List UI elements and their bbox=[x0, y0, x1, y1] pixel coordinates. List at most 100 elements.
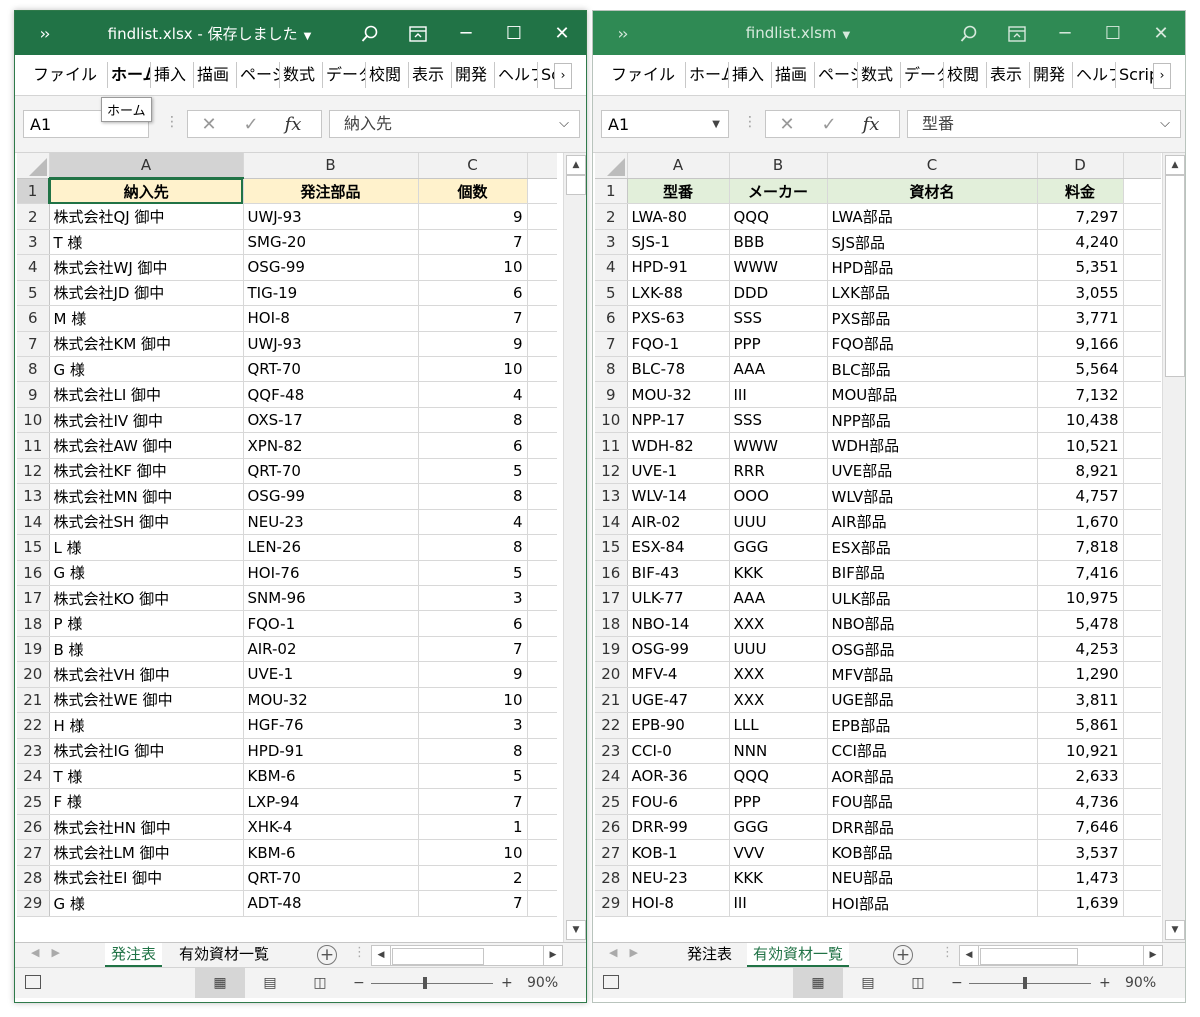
table-cell[interactable]: 1,473 bbox=[1037, 865, 1124, 892]
blank-cell[interactable] bbox=[527, 788, 557, 815]
row-header[interactable]: 18 bbox=[17, 610, 50, 637]
table-cell[interactable]: SJS部品 bbox=[827, 229, 1038, 256]
table-cell[interactable]: 8 bbox=[418, 407, 528, 434]
row-header[interactable]: 28 bbox=[595, 865, 628, 892]
row-header[interactable]: 8 bbox=[595, 356, 628, 383]
normal-view-icon[interactable]: ▦ bbox=[793, 968, 843, 998]
row-header[interactable]: 11 bbox=[595, 432, 628, 459]
row-header[interactable]: 22 bbox=[17, 712, 50, 739]
table-cell[interactable]: OSG-99 bbox=[243, 254, 419, 281]
blank-cell[interactable] bbox=[1123, 738, 1161, 765]
table-cell[interactable]: BLC-78 bbox=[627, 356, 730, 383]
minimize-icon[interactable]: ─ bbox=[1041, 23, 1089, 44]
table-cell[interactable]: 4,736 bbox=[1037, 788, 1124, 815]
table-cell[interactable]: OXS-17 bbox=[243, 407, 419, 434]
zoom-out-icon[interactable]: − bbox=[951, 968, 963, 998]
table-cell[interactable]: 10,521 bbox=[1037, 432, 1124, 459]
row-header[interactable]: 6 bbox=[595, 305, 628, 332]
row-header[interactable]: 14 bbox=[595, 509, 628, 536]
table-cell[interactable]: BIF-43 bbox=[627, 560, 730, 586]
row-header[interactable]: 15 bbox=[595, 534, 628, 561]
ribbon-tab-view[interactable]: 表示 bbox=[408, 62, 451, 88]
blank-cell[interactable] bbox=[527, 407, 557, 434]
table-cell[interactable]: III bbox=[729, 381, 828, 408]
scroll-up-icon[interactable]: ▲ bbox=[566, 155, 586, 175]
table-cell[interactable]: UVE-1 bbox=[627, 458, 730, 485]
table-cell[interactable]: 株式会社WJ 御中 bbox=[49, 254, 244, 281]
row-header[interactable]: 10 bbox=[595, 407, 628, 434]
column-header-c[interactable]: C bbox=[418, 153, 528, 179]
window-title[interactable]: findlist.xlsx - 保存しました ▼ bbox=[73, 23, 346, 44]
table-cell[interactable]: UVE部品 bbox=[827, 458, 1038, 485]
table-cell[interactable]: III bbox=[729, 890, 828, 917]
table-cell[interactable]: FOU部品 bbox=[827, 788, 1038, 815]
scroll-down-icon[interactable]: ▼ bbox=[1165, 920, 1185, 940]
table-cell[interactable]: KBM-6 bbox=[243, 763, 419, 790]
table-cell[interactable]: UUU bbox=[729, 636, 828, 663]
table-cell[interactable]: HGF-76 bbox=[243, 712, 419, 739]
blank-cell[interactable] bbox=[1123, 483, 1161, 510]
table-cell[interactable]: AAA bbox=[729, 585, 828, 612]
table-cell[interactable]: GGG bbox=[729, 814, 828, 841]
scroll-left-icon[interactable]: ◀ bbox=[372, 946, 391, 965]
table-cell[interactable]: OSG-99 bbox=[627, 636, 730, 663]
blank-cell[interactable] bbox=[1123, 356, 1161, 383]
blank-cell[interactable] bbox=[527, 610, 557, 637]
table-cell[interactable]: NEU-23 bbox=[243, 509, 419, 536]
blank-cell[interactable] bbox=[527, 687, 557, 714]
table-cell[interactable]: AOR-36 bbox=[627, 763, 730, 790]
sheet-nav-arrows-icon[interactable]: ◀▶ bbox=[609, 946, 650, 959]
table-cell[interactable]: 5,861 bbox=[1037, 712, 1124, 739]
table-cell[interactable]: NPP-17 bbox=[627, 407, 730, 434]
blank-cell[interactable] bbox=[527, 738, 557, 765]
blank-cell[interactable] bbox=[527, 661, 557, 688]
row-header[interactable]: 9 bbox=[17, 381, 50, 408]
tab-splitter-icon[interactable]: ⋮ bbox=[353, 945, 366, 960]
add-sheet-icon[interactable]: + bbox=[893, 945, 913, 965]
ribbon-tab-review[interactable]: 校閲 bbox=[365, 62, 408, 88]
column-header-c[interactable]: C bbox=[827, 153, 1038, 179]
row-header[interactable]: 7 bbox=[17, 331, 50, 358]
table-cell[interactable]: 株式会社LI 御中 bbox=[49, 381, 244, 408]
table-cell[interactable]: P 様 bbox=[49, 610, 244, 637]
blank-cell[interactable] bbox=[1123, 661, 1161, 688]
table-cell[interactable]: RRR bbox=[729, 458, 828, 485]
table-cell[interactable]: HOI-76 bbox=[243, 560, 419, 586]
row-header[interactable]: 13 bbox=[595, 483, 628, 510]
table-cell[interactable]: 株式会社IG 御中 bbox=[49, 738, 244, 765]
table-cell[interactable]: 7,646 bbox=[1037, 814, 1124, 841]
ribbon-tab-draw[interactable]: 描画 bbox=[193, 62, 236, 88]
table-cell[interactable]: EPB-90 bbox=[627, 712, 730, 739]
blank-cell[interactable] bbox=[1123, 890, 1161, 917]
row-header[interactable]: 6 bbox=[17, 305, 50, 332]
row-header[interactable]: 25 bbox=[595, 788, 628, 815]
table-cell[interactable]: UVE-1 bbox=[243, 661, 419, 688]
table-cell[interactable]: DRR部品 bbox=[827, 814, 1038, 841]
table-cell[interactable]: M 様 bbox=[49, 305, 244, 332]
table-cell[interactable]: 8 bbox=[418, 534, 528, 561]
table-cell[interactable]: HOI-8 bbox=[627, 890, 730, 917]
formula-bar-grip-icon[interactable]: ⋮ bbox=[743, 114, 757, 130]
table-cell[interactable]: G 様 bbox=[49, 356, 244, 383]
table-cell[interactable]: XXX bbox=[729, 610, 828, 637]
table-cell[interactable]: ADT-48 bbox=[243, 890, 419, 917]
table-cell[interactable]: 株式会社SH 御中 bbox=[49, 509, 244, 536]
row-header[interactable]: 2 bbox=[595, 203, 628, 230]
table-cell[interactable]: 株式会社AW 御中 bbox=[49, 432, 244, 459]
ribbon-tab-help[interactable]: ヘルプ bbox=[494, 62, 537, 88]
table-cell[interactable]: HPD部品 bbox=[827, 254, 1038, 281]
table-cell[interactable]: T 様 bbox=[49, 763, 244, 790]
blank-cell[interactable] bbox=[527, 458, 557, 485]
enter-check-icon[interactable]: ✓ bbox=[230, 114, 272, 135]
table-cell[interactable]: 3 bbox=[418, 712, 528, 739]
table-cell[interactable]: ESX-84 bbox=[627, 534, 730, 561]
blank-cell[interactable] bbox=[1123, 254, 1161, 281]
table-cell[interactable]: NBO部品 bbox=[827, 610, 1038, 637]
formula-input[interactable]: 納入先 ⌵ bbox=[329, 110, 580, 138]
table-cell[interactable]: QRT-70 bbox=[243, 865, 419, 892]
table-cell[interactable]: TIG-19 bbox=[243, 280, 419, 307]
row-header[interactable]: 19 bbox=[17, 636, 50, 663]
zoom-slider-knob[interactable] bbox=[1023, 977, 1027, 989]
blank-cell[interactable] bbox=[527, 509, 557, 536]
table-cell[interactable]: NBO-14 bbox=[627, 610, 730, 637]
